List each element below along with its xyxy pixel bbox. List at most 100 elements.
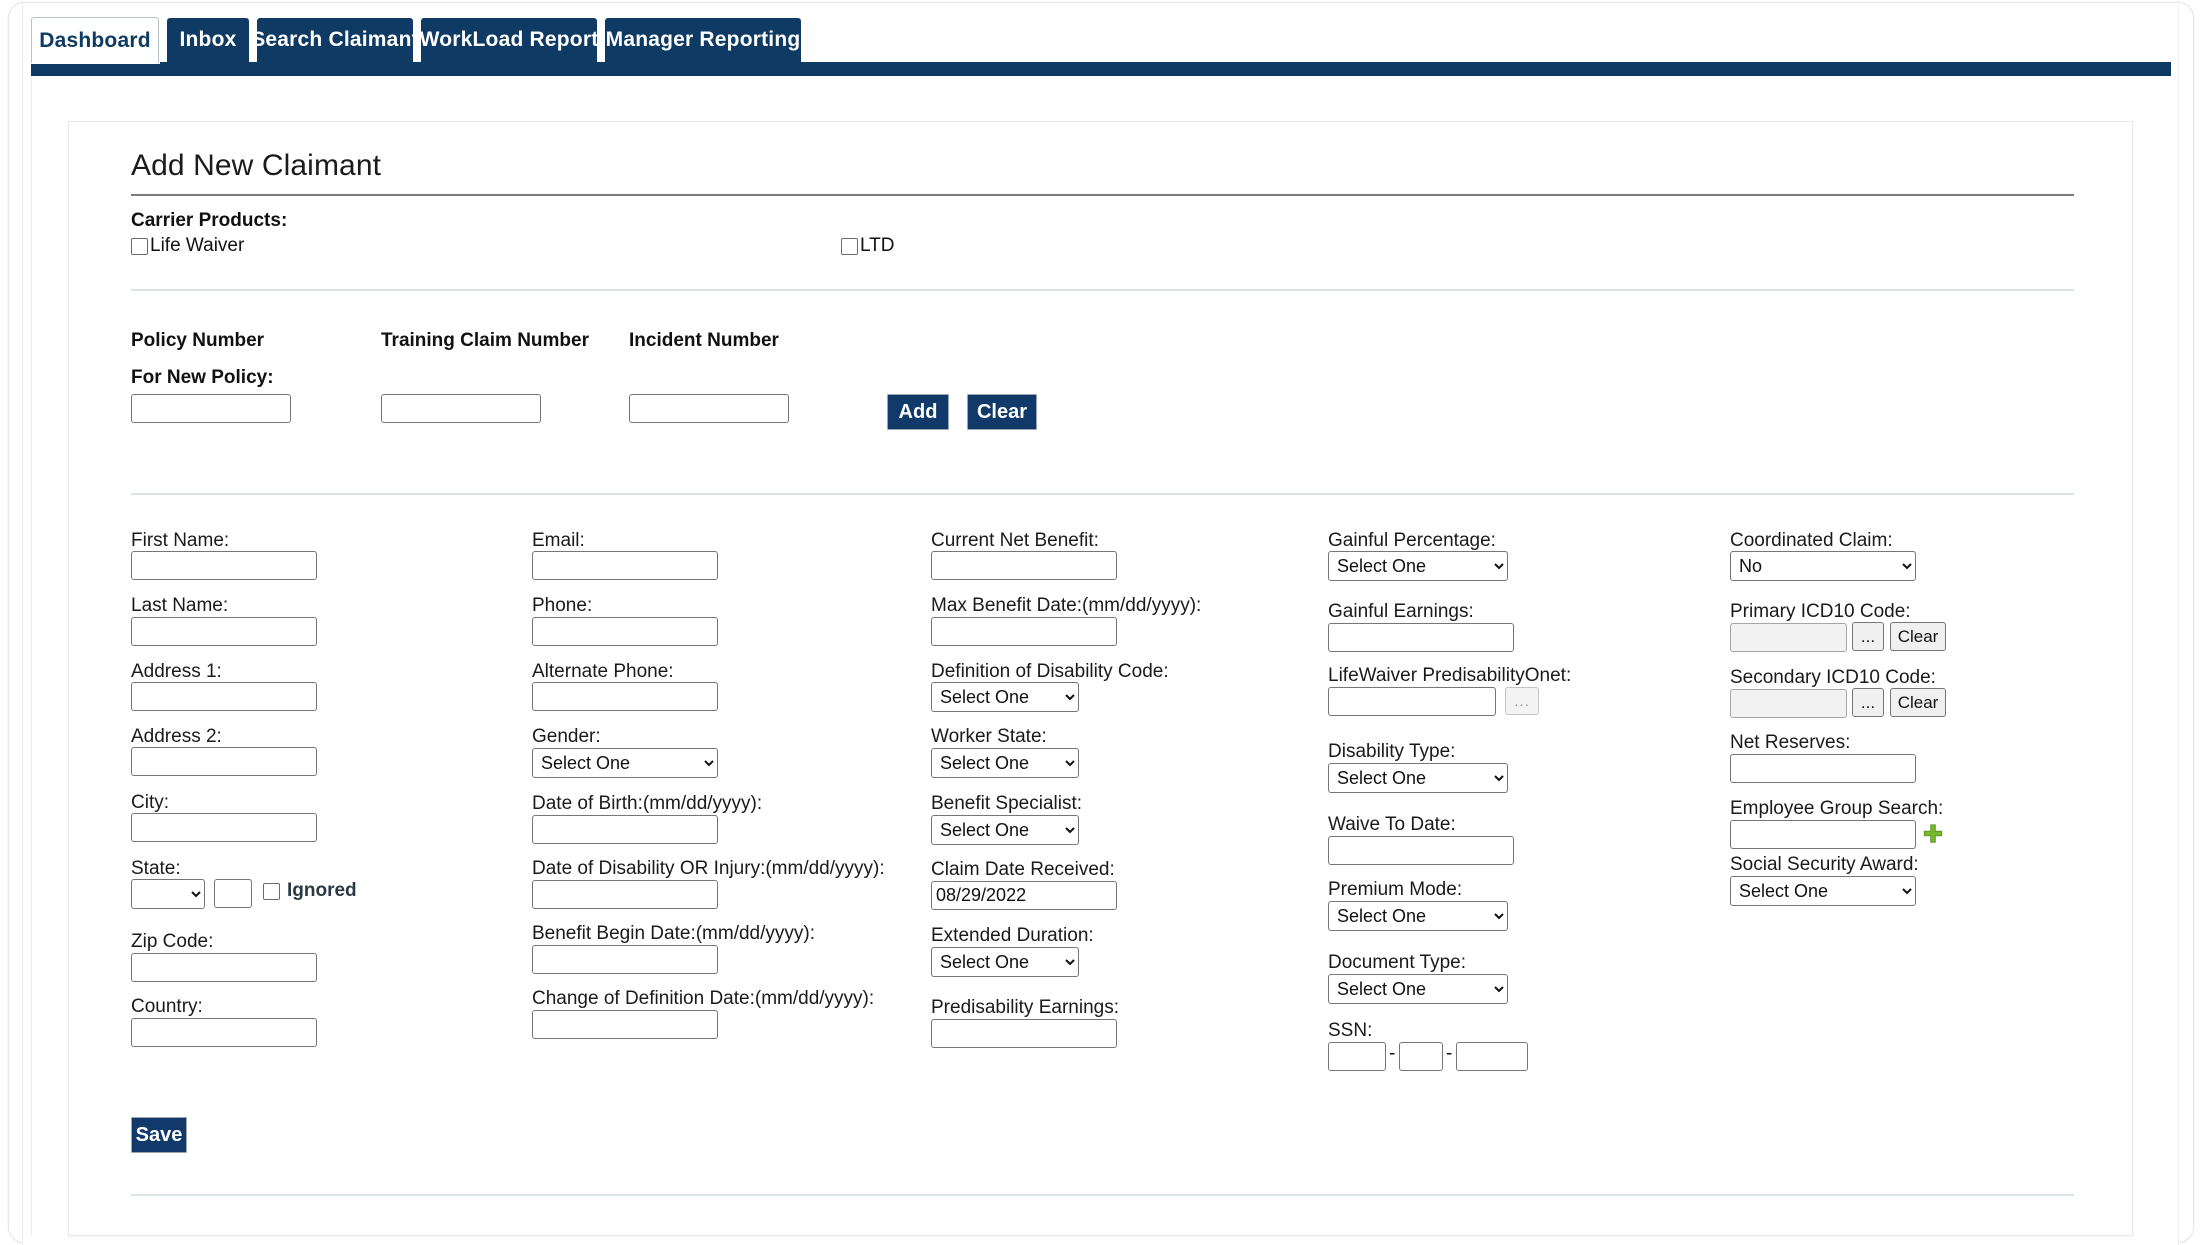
training-claim-number-input[interactable] <box>381 394 541 423</box>
tab-workload-report-label: WorkLoad Report <box>419 28 599 51</box>
add-employee-group-plus-icon[interactable] <box>1922 823 1944 845</box>
zip-code-input[interactable] <box>131 953 317 982</box>
alternate-phone-label: Alternate Phone: <box>532 661 674 682</box>
primary-icd10-clear-button[interactable]: Clear <box>1890 622 1946 651</box>
change-of-definition-date-input[interactable] <box>532 1010 718 1039</box>
net-reserves-input[interactable] <box>1730 754 1916 783</box>
secondary-icd10-clear-label: Clear <box>1897 692 1939 712</box>
policy-number-input[interactable] <box>131 394 291 423</box>
predisability-earnings-input[interactable] <box>931 1019 1117 1048</box>
carrier-product-life-waiver[interactable]: Life Waiver <box>131 235 244 257</box>
for-new-policy-label: For New Policy: <box>131 367 274 388</box>
address2-label: Address 2: <box>131 726 222 747</box>
tab-workload-report[interactable]: WorkLoad Report <box>419 18 599 62</box>
tab-inbox-label: Inbox <box>179 28 237 51</box>
definition-of-disability-code-select[interactable]: Select One <box>931 682 1079 712</box>
benefit-begin-date-input[interactable] <box>532 945 718 974</box>
ssn-part3-input[interactable] <box>1456 1042 1528 1071</box>
current-net-benefit-label: Current Net Benefit: <box>931 530 1099 551</box>
last-name-label: Last Name: <box>131 595 229 616</box>
first-name-input[interactable] <box>131 551 317 580</box>
policy-number-header: Policy Number <box>131 330 265 351</box>
premium-mode-select[interactable]: Select One <box>1328 901 1508 931</box>
carrier-products-divider <box>131 289 2074 291</box>
primary-icd10-label: Primary ICD10 Code: <box>1730 601 1911 622</box>
employee-group-search-input[interactable] <box>1730 820 1916 849</box>
secondary-icd10-label: Secondary ICD10 Code: <box>1730 667 1936 688</box>
state-ignored-checkbox[interactable] <box>263 882 280 900</box>
lifewaiver-predisability-onet-picker-button[interactable]: ... <box>1505 687 1539 715</box>
policy-section-divider <box>131 493 2074 495</box>
email-input[interactable] <box>532 551 718 580</box>
country-input[interactable] <box>131 1018 317 1047</box>
gainful-earnings-input[interactable] <box>1328 623 1514 652</box>
document-type-select[interactable]: Select One <box>1328 974 1508 1004</box>
ssn-part1-input[interactable] <box>1328 1042 1386 1071</box>
social-security-award-select[interactable]: Select One <box>1730 876 1916 906</box>
clear-policy-button[interactable]: Clear <box>967 394 1037 430</box>
address2-input[interactable] <box>131 747 317 776</box>
ssn-part2-input[interactable] <box>1399 1042 1443 1071</box>
tab-manager-reporting-label: Manager Reporting <box>605 28 801 51</box>
gainful-percentage-select[interactable]: Select One <box>1328 551 1508 581</box>
secondary-icd10-clear-button[interactable]: Clear <box>1890 688 1946 717</box>
benefit-specialist-select[interactable]: Select One <box>931 815 1079 845</box>
claim-date-received-input[interactable] <box>931 881 1117 910</box>
last-name-input[interactable] <box>131 617 317 646</box>
add-claimant-card: Add New Claimant Carrier Products: Life … <box>68 121 2133 1236</box>
extended-duration-label: Extended Duration: <box>931 925 1094 946</box>
lifewaiver-predisability-onet-label: LifeWaiver PredisabilityOnet: <box>1328 665 1572 686</box>
gainful-earnings-label: Gainful Earnings: <box>1328 601 1474 622</box>
content-area: Add New Claimant Carrier Products: Life … <box>31 76 2171 1236</box>
date-of-birth-label: Date of Birth:(mm/dd/yyyy): <box>532 793 763 814</box>
city-input[interactable] <box>131 813 317 842</box>
app-viewport: Dashboard Inbox Search Claimant WorkLoad… <box>0 0 2200 1245</box>
incident-number-input[interactable] <box>629 394 789 423</box>
alternate-phone-input[interactable] <box>532 682 718 711</box>
social-security-award-label: Social Security Award: <box>1730 854 1919 875</box>
lifewaiver-picker-label: ... <box>1514 692 1530 710</box>
ssn-separator-1: - <box>1389 1043 1396 1064</box>
tab-inbox[interactable]: Inbox <box>167 18 249 62</box>
tab-search-claimant[interactable]: Search Claimant <box>251 18 419 62</box>
max-benefit-date-input[interactable] <box>931 617 1117 646</box>
tab-dashboard[interactable]: Dashboard <box>31 17 159 63</box>
add-button[interactable]: Add <box>887 394 949 430</box>
address1-input[interactable] <box>131 682 317 711</box>
address1-label: Address 1: <box>131 661 222 682</box>
carrier-product-ltd[interactable]: LTD <box>841 235 894 257</box>
extended-duration-select[interactable]: Select One <box>931 947 1079 977</box>
definition-of-disability-code-label: Definition of Disability Code: <box>931 661 1169 682</box>
add-button-label: Add <box>898 400 938 423</box>
phone-input[interactable] <box>532 617 718 646</box>
state-select[interactable] <box>131 879 205 909</box>
date-of-birth-input[interactable] <box>532 815 718 844</box>
gender-select[interactable]: Select One <box>532 748 718 778</box>
primary-icd10-clear-label: Clear <box>1897 626 1939 646</box>
tab-manager-reporting[interactable]: Manager Reporting <box>605 18 801 62</box>
coordinated-claim-select[interactable]: No <box>1730 551 1916 581</box>
save-button[interactable]: Save <box>131 1117 187 1153</box>
worker-state-select[interactable]: Select One <box>931 748 1079 778</box>
lifewaiver-predisability-onet-input[interactable] <box>1328 687 1496 716</box>
primary-icd10-input[interactable] <box>1730 623 1847 652</box>
predisability-earnings-label: Predisability Earnings: <box>931 997 1119 1018</box>
current-net-benefit-input[interactable] <box>931 551 1117 580</box>
life-waiver-checkbox[interactable] <box>131 237 148 255</box>
secondary-icd10-picker-button[interactable]: ... <box>1852 688 1884 717</box>
max-benefit-date-label: Max Benefit Date:(mm/dd/yyyy): <box>931 595 1202 616</box>
state-ignored-row[interactable]: Ignored <box>263 880 357 902</box>
gainful-percentage-label: Gainful Percentage: <box>1328 530 1496 551</box>
waive-to-date-input[interactable] <box>1328 836 1514 865</box>
primary-icd10-picker-label: ... <box>1860 626 1876 646</box>
state-ignored-label: Ignored <box>287 880 357 901</box>
date-of-disability-input[interactable] <box>532 880 718 909</box>
premium-mode-label: Premium Mode: <box>1328 879 1463 900</box>
ltd-checkbox[interactable] <box>841 237 858 255</box>
disability-type-select[interactable]: Select One <box>1328 763 1508 793</box>
secondary-icd10-input[interactable] <box>1730 689 1847 718</box>
primary-icd10-picker-button[interactable]: ... <box>1852 622 1884 651</box>
state-code-input[interactable] <box>214 879 252 908</box>
footer-divider <box>131 1194 2074 1196</box>
document-type-label: Document Type: <box>1328 952 1467 973</box>
